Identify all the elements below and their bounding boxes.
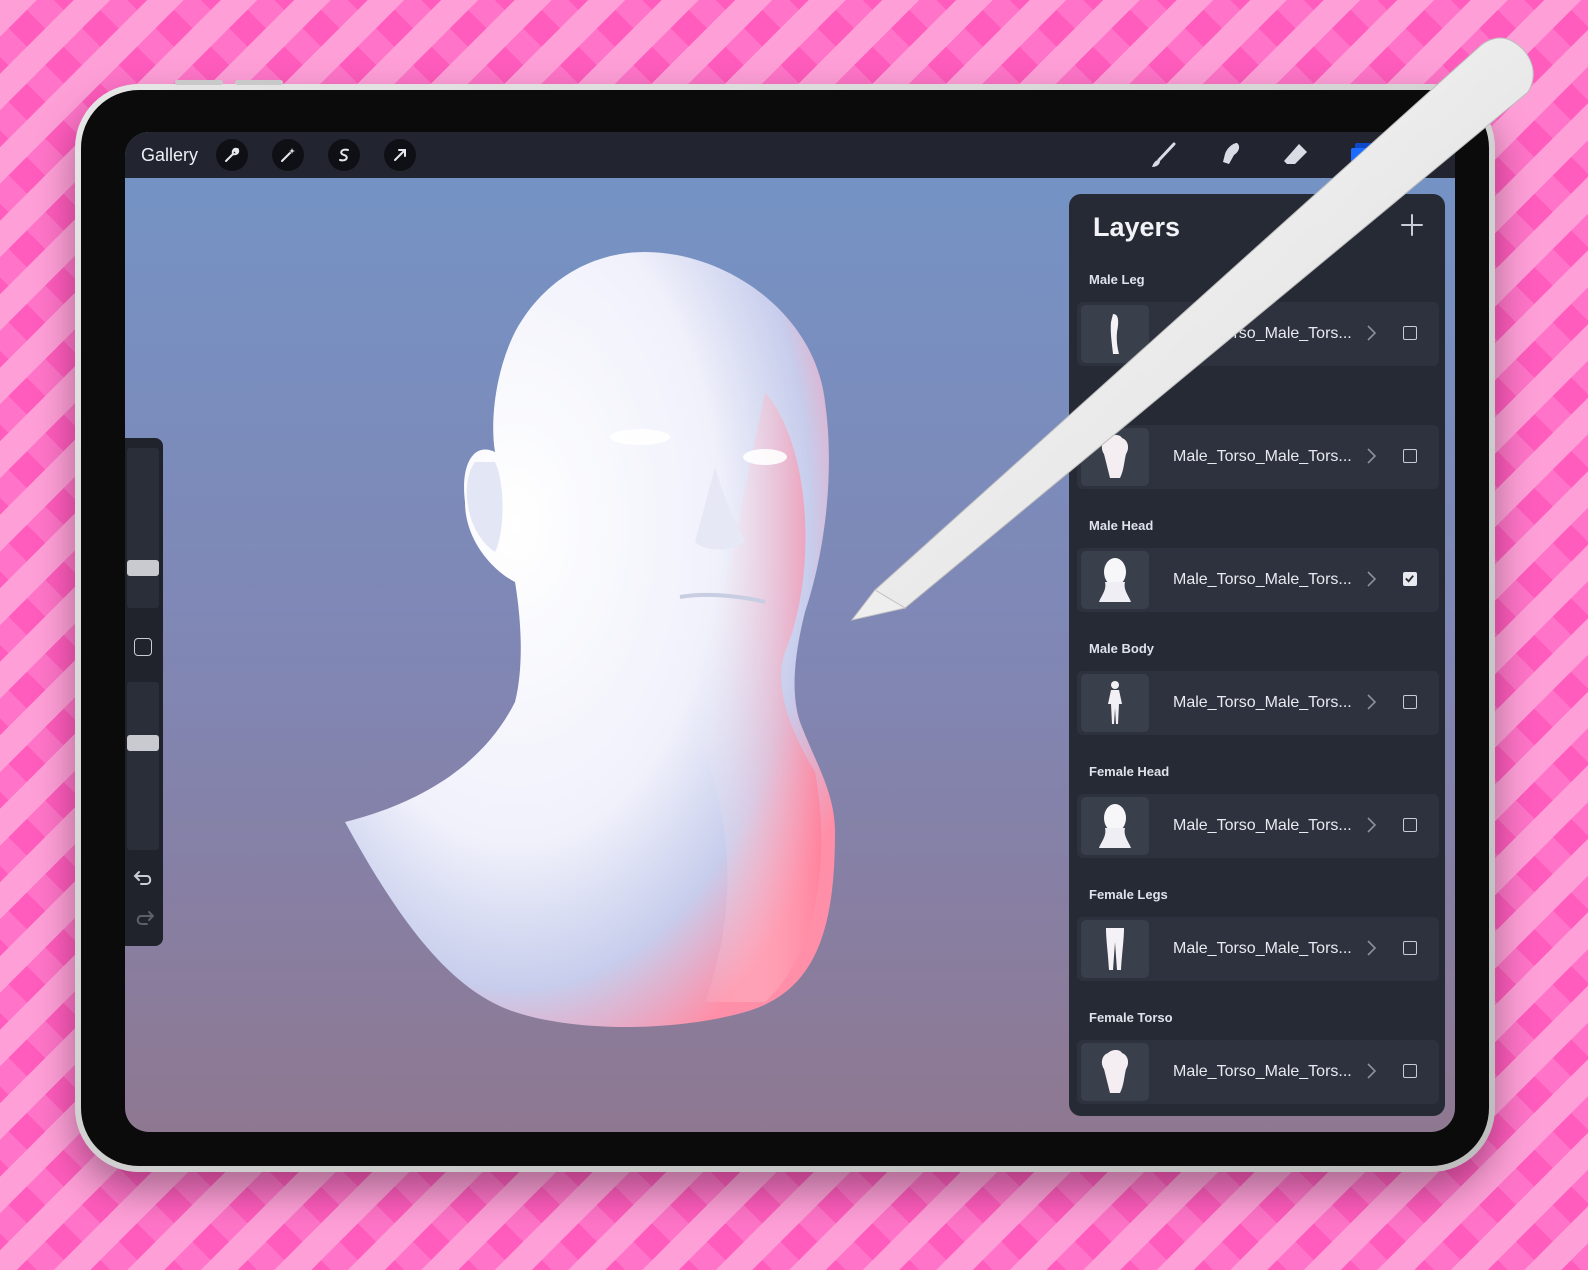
eraser-icon[interactable] xyxy=(1281,140,1311,170)
visibility-checkbox[interactable] xyxy=(1403,1064,1417,1078)
gallery-button[interactable]: Gallery xyxy=(141,145,198,166)
chevron-right-icon[interactable] xyxy=(1365,447,1377,465)
visibility-checkbox[interactable] xyxy=(1403,818,1417,832)
top-toolbar: Gallery xyxy=(125,132,1455,178)
layer-row[interactable]: Male_Torso_Male_Tors... xyxy=(1077,425,1439,489)
procreate-screen: Gallery Layers Male Leg Male_Torso_Male_… xyxy=(125,132,1455,1132)
top-button xyxy=(175,80,223,85)
layer-row[interactable]: Male_Torso_Male_Tors... xyxy=(1077,794,1439,858)
layer-group[interactable]: Male Head Male_Torso_Male_Tors... xyxy=(1077,506,1439,629)
brush-size-slider[interactable] xyxy=(127,560,159,576)
smudge-icon[interactable] xyxy=(1215,140,1245,170)
layer-name: Male_Torso_Male_Tors... xyxy=(1173,1063,1352,1080)
undo-icon[interactable] xyxy=(133,868,155,888)
ipad-frame: Gallery Layers Male Leg Male_Torso_Male_… xyxy=(75,80,1495,1172)
chevron-right-icon[interactable] xyxy=(1365,816,1377,834)
brush-size-track[interactable] xyxy=(127,448,159,608)
plus-icon[interactable] xyxy=(1399,212,1425,238)
layer-row[interactable]: Male_Torso_Male_Tors... xyxy=(1077,548,1439,612)
layer-name: Male_Torso_Male_Tors... xyxy=(1173,817,1352,834)
chevron-right-icon[interactable] xyxy=(1365,939,1377,957)
visibility-checkbox[interactable] xyxy=(1403,572,1417,586)
layer-group-name: Female Head xyxy=(1089,764,1170,779)
layer-name: Male_Torso_Male_Tors... xyxy=(1173,694,1352,711)
layer-group-name: Male Leg xyxy=(1089,272,1145,287)
redo-icon[interactable] xyxy=(133,908,155,928)
brush-icon[interactable] xyxy=(1149,140,1179,170)
wrench-icon[interactable] xyxy=(216,139,249,171)
layer-row[interactable]: Male_Torso_Male_Tors... xyxy=(1077,917,1439,981)
chevron-right-icon[interactable] xyxy=(1365,1062,1377,1080)
brush-sidebar xyxy=(125,438,163,946)
layer-group-name: Female Torso xyxy=(1089,1010,1173,1025)
layer-group-name: Female Legs xyxy=(1089,887,1168,902)
chevron-right-icon[interactable] xyxy=(1365,324,1377,342)
layer-name: Male_Torso_Male_Tors... xyxy=(1173,940,1352,957)
layer-group[interactable]: Male Leg Male_Torso_Male_Tors... xyxy=(1077,260,1439,383)
layer-row[interactable]: Male_Torso_Male_Tors... xyxy=(1077,302,1439,366)
layer-row[interactable]: Male_Torso_Male_Tors... xyxy=(1077,1040,1439,1104)
layer-thumbnail xyxy=(1081,674,1149,732)
chevron-right-icon[interactable] xyxy=(1365,570,1377,588)
visibility-checkbox[interactable] xyxy=(1403,941,1417,955)
left-eye xyxy=(610,429,670,445)
layer-name: Male_Torso_Male_Tors... xyxy=(1173,448,1352,465)
layer-name: Male_Torso_Male_Tors... xyxy=(1173,325,1352,342)
layer-group-name: Male Head xyxy=(1089,518,1154,533)
layer-group[interactable]: Male Body Male_Torso_Male_Tors... xyxy=(1077,629,1439,752)
layer-row[interactable]: Male_Torso_Male_Tors... xyxy=(1077,671,1439,735)
brush-opacity-slider[interactable] xyxy=(127,734,159,751)
layer-group[interactable]: Female Head Male_Torso_Male_Tors... xyxy=(1077,752,1439,875)
visibility-checkbox[interactable] xyxy=(1403,326,1417,340)
chevron-right-icon[interactable] xyxy=(1365,693,1377,711)
layer-thumbnail xyxy=(1081,305,1149,363)
canvas-3d-head xyxy=(345,252,835,1027)
layer-thumbnail xyxy=(1081,1043,1149,1101)
layers-title: Layers xyxy=(1093,212,1181,242)
layer-group-name: Male Body xyxy=(1089,641,1155,656)
layer-group[interactable]: Female Legs Male_Torso_Male_Tors... xyxy=(1077,875,1439,998)
ear xyxy=(466,462,503,552)
transform-arrow-icon[interactable] xyxy=(384,139,417,171)
layer-name: Male_Torso_Male_Tors... xyxy=(1173,571,1352,588)
layer-thumbnail xyxy=(1081,920,1149,978)
layer-thumbnail xyxy=(1081,551,1149,609)
layer-group[interactable]: Female Torso Male_Torso_Male_Tors... xyxy=(1077,998,1439,1121)
layer-thumbnail xyxy=(1081,428,1149,486)
color-swatch-icon[interactable] xyxy=(1413,140,1443,170)
layers-panel: Layers Male Leg Male_Torso_Male_Tors... Ma… xyxy=(1069,194,1445,1116)
layer-group[interactable]: Male_Torso_Male_Tors... xyxy=(1077,383,1439,506)
ipad-bezel: Gallery Layers Male Leg Male_Torso_Male_… xyxy=(81,90,1489,1166)
visibility-checkbox[interactable] xyxy=(1403,695,1417,709)
layer-thumbnail xyxy=(1081,797,1149,855)
magic-wand-icon[interactable] xyxy=(272,139,305,171)
top-button xyxy=(235,80,283,85)
layers-icon[interactable] xyxy=(1347,140,1377,170)
selection-s-icon[interactable] xyxy=(328,139,361,171)
visibility-checkbox[interactable] xyxy=(1403,449,1417,463)
modify-square-icon[interactable] xyxy=(134,638,152,656)
brush-opacity-track[interactable] xyxy=(127,682,159,850)
right-eye xyxy=(743,449,787,465)
